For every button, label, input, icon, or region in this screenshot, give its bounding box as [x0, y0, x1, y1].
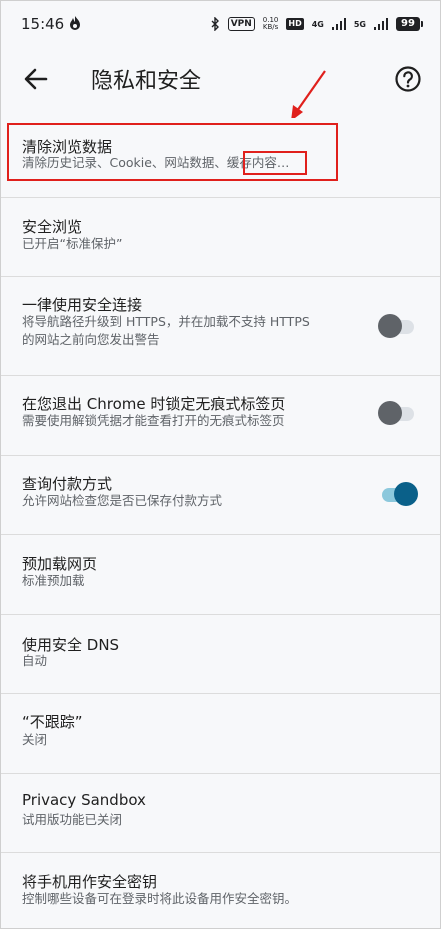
secure-connections-toggle[interactable] — [378, 314, 418, 338]
annotation-arrow-icon — [291, 70, 326, 121]
setting-subtitle-line2: 的网站之前向您发出警告 — [22, 332, 160, 347]
payment-methods-toggle[interactable] — [378, 482, 418, 506]
page-title: 隐私和安全 — [91, 69, 202, 94]
setting-privacy-sandbox[interactable]: Privacy Sandbox 试用版功能已关闭 — [1, 774, 440, 853]
network-speed: 0.10 KB/s — [262, 16, 279, 31]
setting-do-not-track[interactable]: “不跟踪” 关闭 — [1, 694, 440, 774]
setting-always-secure-connections[interactable]: 一律使用安全连接 将导航路径升级到 HTTPS，并在加载不支持 HTTPS 的网… — [1, 277, 440, 376]
status-time: 15:46 — [21, 15, 65, 33]
setting-subtitle: 允许网站检查您是否已保存付款方式 — [22, 493, 223, 508]
signal-icon — [331, 18, 346, 30]
help-circle-icon[interactable] — [394, 65, 422, 93]
status-indicators: VPN 0.10 KB/s HD 4G 5G — [210, 15, 388, 33]
setting-subtitle: 自动 — [22, 653, 48, 668]
setting-title: 查询付款方式 — [22, 475, 113, 493]
setting-title: 在您退出 Chrome 时锁定无痕式标签页 — [22, 395, 286, 413]
notification-app-icon — [70, 16, 80, 30]
setting-title: “不跟踪” — [22, 713, 83, 731]
setting-title: 预加载网页 — [22, 555, 98, 573]
setting-title: 一律使用安全连接 — [22, 296, 143, 314]
signal-icon — [374, 18, 388, 30]
setting-subtitle: 清除历史记录、Cookie、网站数据、缓存内容… — [22, 155, 290, 170]
setting-clear-browsing-data[interactable]: 清除浏览数据 清除历史记录、Cookie、网站数据、缓存内容… — [1, 118, 440, 198]
setting-subtitle: 需要使用解锁凭据才能查看打开的无痕式标签页 — [22, 413, 285, 428]
setting-subtitle: 控制哪些设备可在登录时将此设备用作安全密钥。 — [22, 891, 298, 906]
setting-phone-security-key[interactable]: 将手机用作安全密钥 控制哪些设备可在登录时将此设备用作安全密钥。 — [1, 853, 440, 928]
setting-preload-pages[interactable]: 预加载网页 标准预加载 — [1, 535, 440, 615]
bluetooth-icon — [211, 17, 219, 31]
setting-title: 将手机用作安全密钥 — [22, 873, 158, 891]
network-4g-label: 4G — [311, 19, 324, 29]
network-5g-label: 5G — [353, 19, 366, 29]
setting-safe-browsing[interactable]: 安全浏览 已开启“标准保护” — [1, 198, 440, 277]
vpn-badge: VPN — [227, 17, 255, 31]
app-bar: 隐私和安全 — [1, 47, 440, 111]
setting-secure-dns[interactable]: 使用安全 DNS 自动 — [1, 615, 440, 694]
setting-subtitle: 已开启“标准保护” — [22, 236, 123, 251]
setting-subtitle: 标准预加载 — [22, 573, 85, 588]
lock-incognito-toggle[interactable] — [378, 401, 418, 425]
setting-title: 安全浏览 — [22, 218, 83, 236]
battery-indicator: 99 — [396, 17, 423, 31]
screen: 15:46 VPN 0.10 KB/s HD 4G 5G 99 隐私和安全 清除… — [0, 0, 441, 929]
arrow-back-icon[interactable] — [21, 65, 51, 93]
setting-subtitle-line1: 将导航路径升级到 HTTPS，并在加载不支持 HTTPS — [22, 314, 310, 329]
setting-subtitle: 试用版功能已关闭 — [22, 812, 123, 827]
status-bar: 15:46 VPN 0.10 KB/s HD 4G 5G 99 — [1, 1, 440, 47]
setting-title: Privacy Sandbox — [22, 791, 146, 809]
hd-badge: HD — [286, 18, 304, 30]
setting-payment-methods[interactable]: 查询付款方式 允许网站检查您是否已保存付款方式 — [1, 456, 440, 535]
setting-lock-incognito-tabs[interactable]: 在您退出 Chrome 时锁定无痕式标签页 需要使用解锁凭据才能查看打开的无痕式… — [1, 376, 440, 456]
setting-subtitle: 关闭 — [22, 732, 48, 747]
settings-list: 清除浏览数据 清除历史记录、Cookie、网站数据、缓存内容… 安全浏览 已开启… — [1, 118, 440, 928]
